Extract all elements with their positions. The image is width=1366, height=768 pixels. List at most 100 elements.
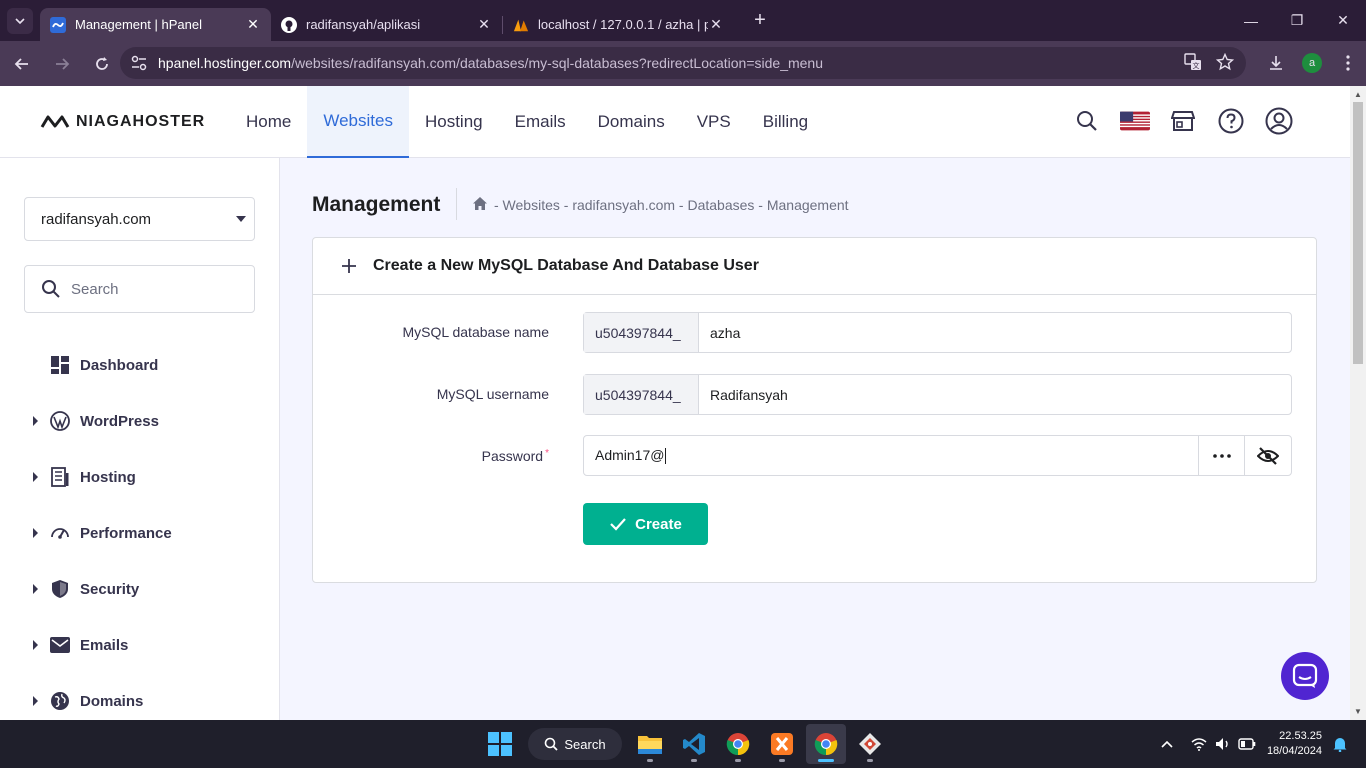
nav-hosting[interactable]: Hosting: [409, 86, 499, 158]
niagahoster-logo-icon: [40, 115, 70, 128]
profile-avatar[interactable]: a: [1302, 53, 1322, 73]
store-icon[interactable]: [1168, 106, 1198, 136]
sidebar-item-hosting[interactable]: Hosting: [0, 449, 280, 505]
nav-websites[interactable]: Websites: [307, 86, 409, 158]
username-label: MySQL username: [437, 386, 549, 402]
db-name-input[interactable]: azha: [699, 325, 740, 341]
chrome-icon[interactable]: [718, 724, 758, 764]
tab-title: localhost / 127.0.0.1 / azha | ph: [538, 17, 708, 32]
browser-tab-strip: Management | hPanel ✕ radifansyah/aplika…: [0, 0, 1366, 41]
browser-tab-github[interactable]: radifansyah/aplikasi ✕: [271, 8, 502, 41]
sidebar-item-emails[interactable]: Emails: [0, 617, 280, 673]
db-name-label-text: MySQL database name: [402, 324, 549, 340]
restore-icon[interactable]: ❐: [1274, 0, 1320, 41]
battery-icon[interactable]: [1235, 738, 1259, 750]
nav-domains[interactable]: Domains: [582, 86, 681, 158]
reload-button[interactable]: [84, 46, 120, 82]
page-title: Management: [312, 193, 441, 216]
wifi-icon[interactable]: [1187, 737, 1211, 751]
back-button[interactable]: [4, 46, 40, 82]
sidebar-item-dashboard[interactable]: Dashboard: [0, 337, 280, 393]
notification-bell-icon[interactable]: [1328, 736, 1352, 752]
password-label-text: Password: [481, 448, 544, 464]
create-button[interactable]: Create: [583, 503, 708, 545]
sidebar-item-label: WordPress: [80, 412, 159, 430]
globe-icon: [49, 690, 71, 712]
nav-vps[interactable]: VPS: [681, 86, 747, 158]
download-icon[interactable]: [1258, 54, 1294, 72]
more-vertical-icon[interactable]: [1330, 55, 1366, 71]
sidebar-item-security[interactable]: Security: [0, 561, 280, 617]
create-database-card: Create a New MySQL Database And Database…: [312, 237, 1317, 583]
breadcrumb-path[interactable]: - Websites - radifansyah.com - Databases…: [494, 197, 849, 213]
svg-text:文: 文: [1193, 61, 1200, 70]
page-scrollbar[interactable]: ▲ ▼: [1350, 86, 1366, 720]
reload-icon: [96, 56, 108, 70]
logo-text: NIAGAHOSTER: [76, 113, 206, 130]
volume-icon[interactable]: [1211, 737, 1235, 751]
clock-date: 18/04/2024: [1266, 745, 1322, 757]
git-tool-icon[interactable]: [850, 724, 890, 764]
chevron-up-icon[interactable]: [1155, 740, 1179, 748]
running-indicator: [647, 759, 653, 762]
toolbar-right: a: [1258, 47, 1366, 79]
browser-toolbar: hpanel.hostinger.com/websites/radifansya…: [0, 41, 1366, 86]
bookmark-star-icon[interactable]: [1215, 52, 1235, 76]
nav-emails[interactable]: Emails: [499, 86, 582, 158]
create-button-label: Create: [635, 515, 682, 533]
sidebar-item-label: Emails: [80, 636, 129, 654]
minimize-icon[interactable]: —: [1228, 0, 1274, 41]
sidebar-item-label: Domains: [80, 692, 144, 710]
system-tray: 22.53.25 18/04/2024: [1155, 720, 1366, 768]
forward-button[interactable]: [44, 46, 80, 82]
close-icon[interactable]: ✕: [476, 16, 492, 33]
search-icon[interactable]: [1072, 106, 1102, 136]
chevron-down-icon: [15, 17, 25, 24]
tab-search-button[interactable]: [7, 7, 33, 34]
close-icon[interactable]: ✕: [245, 16, 261, 33]
toggle-password-visibility-button[interactable]: [1244, 436, 1291, 475]
browser-tab-phpmyadmin[interactable]: localhost / 127.0.0.1 / azha | ph ✕: [503, 8, 734, 41]
chrome-profile-icon[interactable]: [806, 724, 846, 764]
username-input[interactable]: Radifansyah: [699, 387, 788, 403]
running-indicator: [691, 759, 697, 762]
sidebar-item-wordpress[interactable]: WordPress: [0, 393, 280, 449]
us-flag-icon[interactable]: [1120, 106, 1150, 136]
clock-time: 22.53.25: [1279, 730, 1322, 742]
new-tab-button[interactable]: +: [746, 7, 774, 35]
file-explorer-icon[interactable]: [630, 724, 670, 764]
sidebar-search-input[interactable]: Search: [24, 265, 255, 313]
card-header[interactable]: Create a New MySQL Database And Database…: [313, 238, 1316, 295]
address-bar[interactable]: hpanel.hostinger.com/websites/radifansya…: [120, 47, 1246, 79]
scroll-down-icon[interactable]: ▼: [1354, 707, 1362, 716]
live-chat-button[interactable]: [1281, 652, 1329, 700]
browser-tab-hpanel[interactable]: Management | hPanel ✕: [40, 8, 271, 41]
home-icon[interactable]: [472, 196, 488, 214]
xampp-icon[interactable]: [762, 724, 802, 764]
close-icon[interactable]: ✕: [708, 16, 724, 33]
nav-home[interactable]: Home: [230, 86, 307, 158]
translate-icon[interactable]: 文: [1184, 53, 1202, 76]
help-icon[interactable]: [1216, 106, 1246, 136]
taskbar-search[interactable]: Search: [528, 728, 622, 760]
windows-start-icon[interactable]: [480, 724, 520, 764]
sidebar-item-performance[interactable]: Performance: [0, 505, 280, 561]
account-icon[interactable]: [1264, 106, 1294, 136]
sidebar-item-label: Performance: [80, 524, 172, 542]
scrollbar-thumb[interactable]: [1353, 102, 1363, 364]
vscode-icon[interactable]: [674, 724, 714, 764]
website-select[interactable]: radifansyah.com: [24, 197, 255, 241]
nav-billing[interactable]: Billing: [747, 86, 824, 158]
site-info-icon[interactable]: [128, 55, 150, 71]
generate-password-button[interactable]: [1198, 436, 1245, 475]
username-label-text: MySQL username: [436, 386, 549, 402]
username-field: u504397844_ Radifansyah: [583, 374, 1292, 415]
site-header: NIAGAHOSTER Home Websites Hosting Emails…: [0, 86, 1350, 158]
password-input[interactable]: Admin17@: [584, 447, 667, 465]
card-title: Create a New MySQL Database And Database…: [373, 257, 759, 274]
system-clock[interactable]: 22.53.25 18/04/2024: [1267, 729, 1322, 759]
db-name-label: MySQL database name: [402, 324, 549, 340]
close-window-icon[interactable]: ✕: [1320, 0, 1366, 41]
scroll-up-icon[interactable]: ▲: [1354, 90, 1362, 99]
niagahoster-logo[interactable]: NIAGAHOSTER: [40, 113, 205, 131]
